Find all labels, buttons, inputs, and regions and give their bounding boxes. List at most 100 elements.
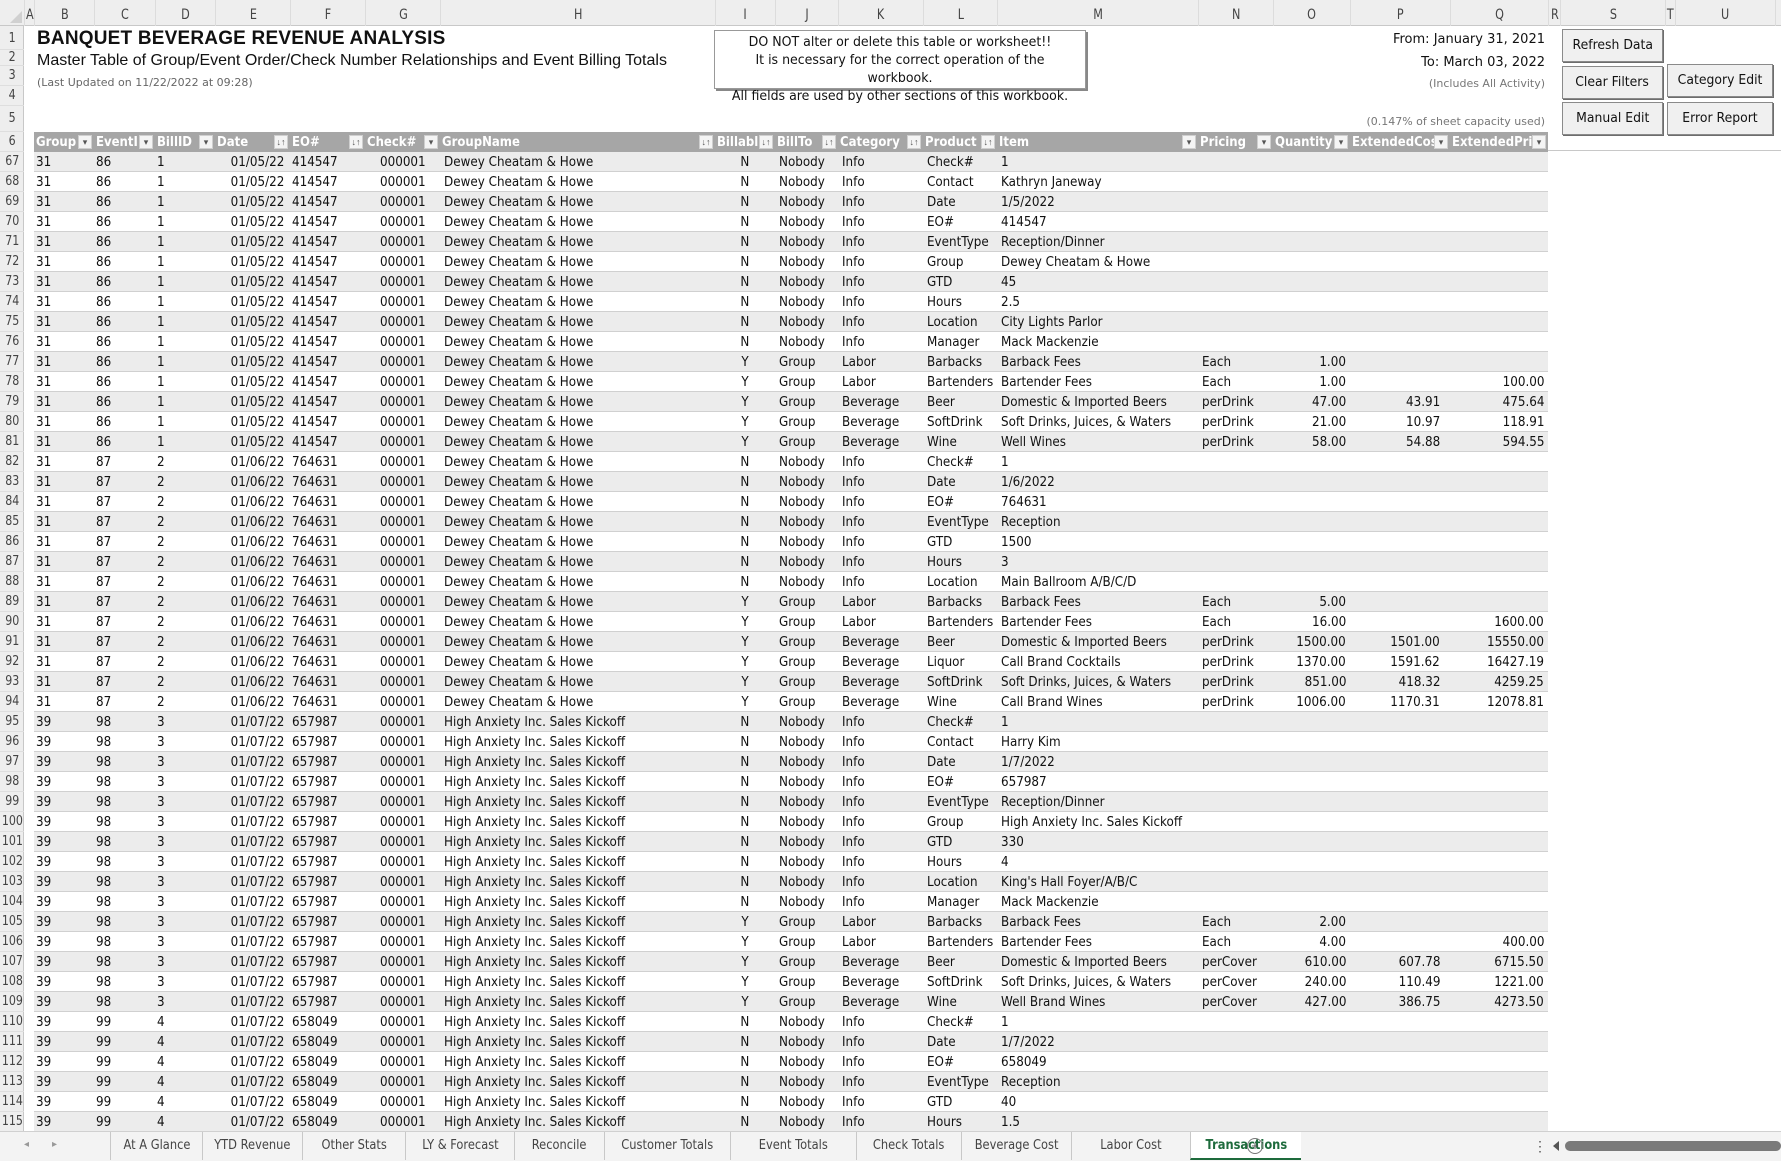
cell-eventi[interactable]: 87 [96, 552, 155, 572]
cell-groupname[interactable]: High Anxiety Inc. Sales Kickoff [444, 812, 715, 832]
cell-quantity[interactable]: 427.00 [1273, 992, 1346, 1012]
cell-billto[interactable]: Group [779, 952, 838, 972]
cell-date[interactable]: 01/05/22 [215, 292, 284, 312]
cell-billabl[interactable]: N [715, 472, 775, 492]
cell-check-[interactable]: 000001 [365, 392, 440, 412]
cell-quantity[interactable]: 240.00 [1273, 972, 1346, 992]
cell-pricing[interactable]: Each [1202, 912, 1273, 932]
cell-pricing[interactable]: perCover [1202, 972, 1273, 992]
cell-extendedpric[interactable]: 12078.81 [1450, 692, 1544, 712]
row-header-113[interactable]: 113 [0, 1072, 24, 1092]
cell-extendedcos[interactable] [1350, 492, 1440, 512]
cell-groupname[interactable]: Dewey Cheatam & Howe [444, 192, 715, 212]
cell-check-[interactable]: 000001 [365, 1032, 440, 1052]
cell-extendedcos[interactable] [1350, 172, 1440, 192]
cell-billabl[interactable]: N [715, 232, 775, 252]
cell-eventi[interactable]: 86 [96, 272, 155, 292]
cell-pricing[interactable] [1202, 872, 1273, 892]
cell-eo-[interactable]: 657987 [292, 972, 365, 992]
cell-extendedcos[interactable]: 1170.31 [1350, 692, 1440, 712]
cell-billid[interactable]: 3 [157, 892, 215, 912]
cell-billto[interactable]: Group [779, 632, 838, 652]
cell-check-[interactable]: 000001 [365, 672, 440, 692]
cell-groupname[interactable]: Dewey Cheatam & Howe [444, 412, 715, 432]
cell-billabl[interactable]: N [715, 832, 775, 852]
cell-group[interactable]: 39 [36, 732, 94, 752]
cell-check-[interactable]: 000001 [365, 192, 440, 212]
cell-billabl[interactable]: N [715, 1032, 775, 1052]
cell-billto[interactable]: Nobody [779, 332, 838, 352]
cell-quantity[interactable] [1273, 1072, 1346, 1092]
cell-groupname[interactable]: Dewey Cheatam & Howe [444, 152, 715, 172]
cell-extendedpric[interactable]: 475.64 [1450, 392, 1544, 412]
cell-quantity[interactable] [1273, 172, 1346, 192]
cell-eventi[interactable]: 98 [96, 792, 155, 812]
cell-extendedpric[interactable]: 594.55 [1450, 432, 1544, 452]
column-header-e[interactable]: E [215, 0, 290, 26]
filter-dropdown-icon[interactable]: ▾ [139, 135, 153, 149]
cell-check-[interactable]: 000001 [365, 352, 440, 372]
cell-eventi[interactable]: 86 [96, 172, 155, 192]
next-sheet-icon[interactable]: ▸ [52, 1139, 57, 1150]
cell-billid[interactable]: 4 [157, 1052, 215, 1072]
cell-billto[interactable]: Nobody [779, 872, 838, 892]
cell-eventi[interactable]: 86 [96, 392, 155, 412]
cell-groupname[interactable]: Dewey Cheatam & Howe [444, 332, 715, 352]
cell-billabl[interactable]: N [715, 192, 775, 212]
cell-check-[interactable]: 000001 [365, 332, 440, 352]
cell-check-[interactable]: 000001 [365, 752, 440, 772]
cell-category[interactable]: Info [842, 752, 923, 772]
row-header-108[interactable]: 108 [0, 972, 24, 992]
cell-billabl[interactable]: N [715, 292, 775, 312]
cell-extendedcos[interactable]: 110.49 [1350, 972, 1440, 992]
cell-check-[interactable]: 000001 [365, 952, 440, 972]
cell-check-[interactable]: 000001 [365, 652, 440, 672]
cell-billto[interactable]: Nobody [779, 532, 838, 552]
cell-quantity[interactable] [1273, 1052, 1346, 1072]
cell-category[interactable]: Beverage [842, 392, 923, 412]
cell-groupname[interactable]: Dewey Cheatam & Howe [444, 592, 715, 612]
scroll-left-icon[interactable] [1553, 1141, 1559, 1151]
cell-group[interactable]: 31 [36, 672, 94, 692]
refresh-data-button[interactable]: Refresh Data [1562, 29, 1663, 62]
table-row[interactable]: 31 86 1 01/05/22 414547 000001 Dewey Cheatam &… [34, 332, 1548, 352]
cell-date[interactable]: 01/07/22 [215, 792, 284, 812]
cell-product[interactable]: Barbacks [927, 352, 997, 372]
cell-groupname[interactable]: Dewey Cheatam & Howe [444, 472, 715, 492]
table-row[interactable]: 31 87 2 01/06/22 764631 000001 Dewey Cheatam &… [34, 512, 1548, 532]
cell-billto[interactable]: Group [779, 992, 838, 1012]
cell-eventi[interactable]: 87 [96, 632, 155, 652]
cell-group[interactable]: 31 [36, 412, 94, 432]
column-header-i[interactable]: I [715, 0, 775, 26]
cell-extendedcos[interactable] [1350, 472, 1440, 492]
cell-pricing[interactable]: Each [1202, 612, 1273, 632]
cell-groupname[interactable]: High Anxiety Inc. Sales Kickoff [444, 1092, 715, 1112]
cell-product[interactable]: Manager [927, 332, 997, 352]
cell-groupname[interactable]: High Anxiety Inc. Sales Kickoff [444, 832, 715, 852]
cell-pricing[interactable]: perCover [1202, 952, 1273, 972]
cell-product[interactable]: Check# [927, 1012, 997, 1032]
cell-pricing[interactable] [1202, 452, 1273, 472]
cell-quantity[interactable] [1273, 812, 1346, 832]
table-row[interactable]: 31 86 1 01/05/22 414547 000001 Dewey Cheatam &… [34, 292, 1548, 312]
table-row[interactable]: 31 86 1 01/05/22 414547 000001 Dewey Cheatam &… [34, 432, 1548, 452]
table-row[interactable]: 39 98 3 01/07/22 657987 000001 High Anxiety In… [34, 832, 1548, 852]
cell-group[interactable]: 31 [36, 392, 94, 412]
column-header-r[interactable]: R [1548, 0, 1560, 26]
cell-check-[interactable]: 000001 [365, 252, 440, 272]
cell-eventi[interactable]: 87 [96, 532, 155, 552]
cell-check-[interactable]: 000001 [365, 172, 440, 192]
cell-group[interactable]: 31 [36, 532, 94, 552]
cell-billabl[interactable]: N [715, 332, 775, 352]
table-row[interactable]: 39 98 3 01/07/22 657987 000001 High Anxiety In… [34, 932, 1548, 952]
cell-extendedcos[interactable] [1350, 272, 1440, 292]
cell-eo-[interactable]: 657987 [292, 912, 365, 932]
cell-pricing[interactable] [1202, 312, 1273, 332]
row-header-95[interactable]: 95 [0, 712, 24, 732]
cell-eo-[interactable]: 658049 [292, 1032, 365, 1052]
more-options-icon[interactable]: ⋮ [1533, 1138, 1547, 1155]
cell-quantity[interactable] [1273, 232, 1346, 252]
filter-dropdown-icon[interactable]: ▾ [1257, 135, 1271, 149]
cell-billid[interactable]: 3 [157, 732, 215, 752]
sort-filter-icon[interactable]: ↓↑ [981, 135, 995, 149]
